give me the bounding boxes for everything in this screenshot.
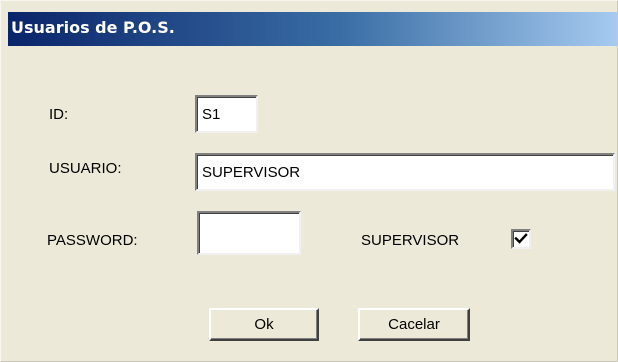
password-field[interactable] [197, 211, 301, 255]
title-bar[interactable]: Usuarios de P.O.S. [8, 12, 617, 46]
users-dialog: Usuarios de P.O.S. ID: USUARIO: PASSWORD… [0, 0, 618, 362]
supervisor-checkbox[interactable] [511, 229, 531, 249]
id-label: ID: [49, 106, 69, 123]
usuario-label: USUARIO: [49, 160, 122, 177]
supervisor-label: SUPERVISOR [361, 232, 460, 249]
ok-button[interactable]: Ok [209, 308, 319, 341]
id-field[interactable] [195, 95, 258, 133]
window-title: Usuarios de P.O.S. [11, 18, 175, 37]
cancel-button[interactable]: Cacelar [358, 308, 470, 341]
checkmark-icon [514, 233, 528, 244]
usuario-field[interactable] [195, 153, 615, 191]
password-label: PASSWORD: [47, 232, 138, 249]
